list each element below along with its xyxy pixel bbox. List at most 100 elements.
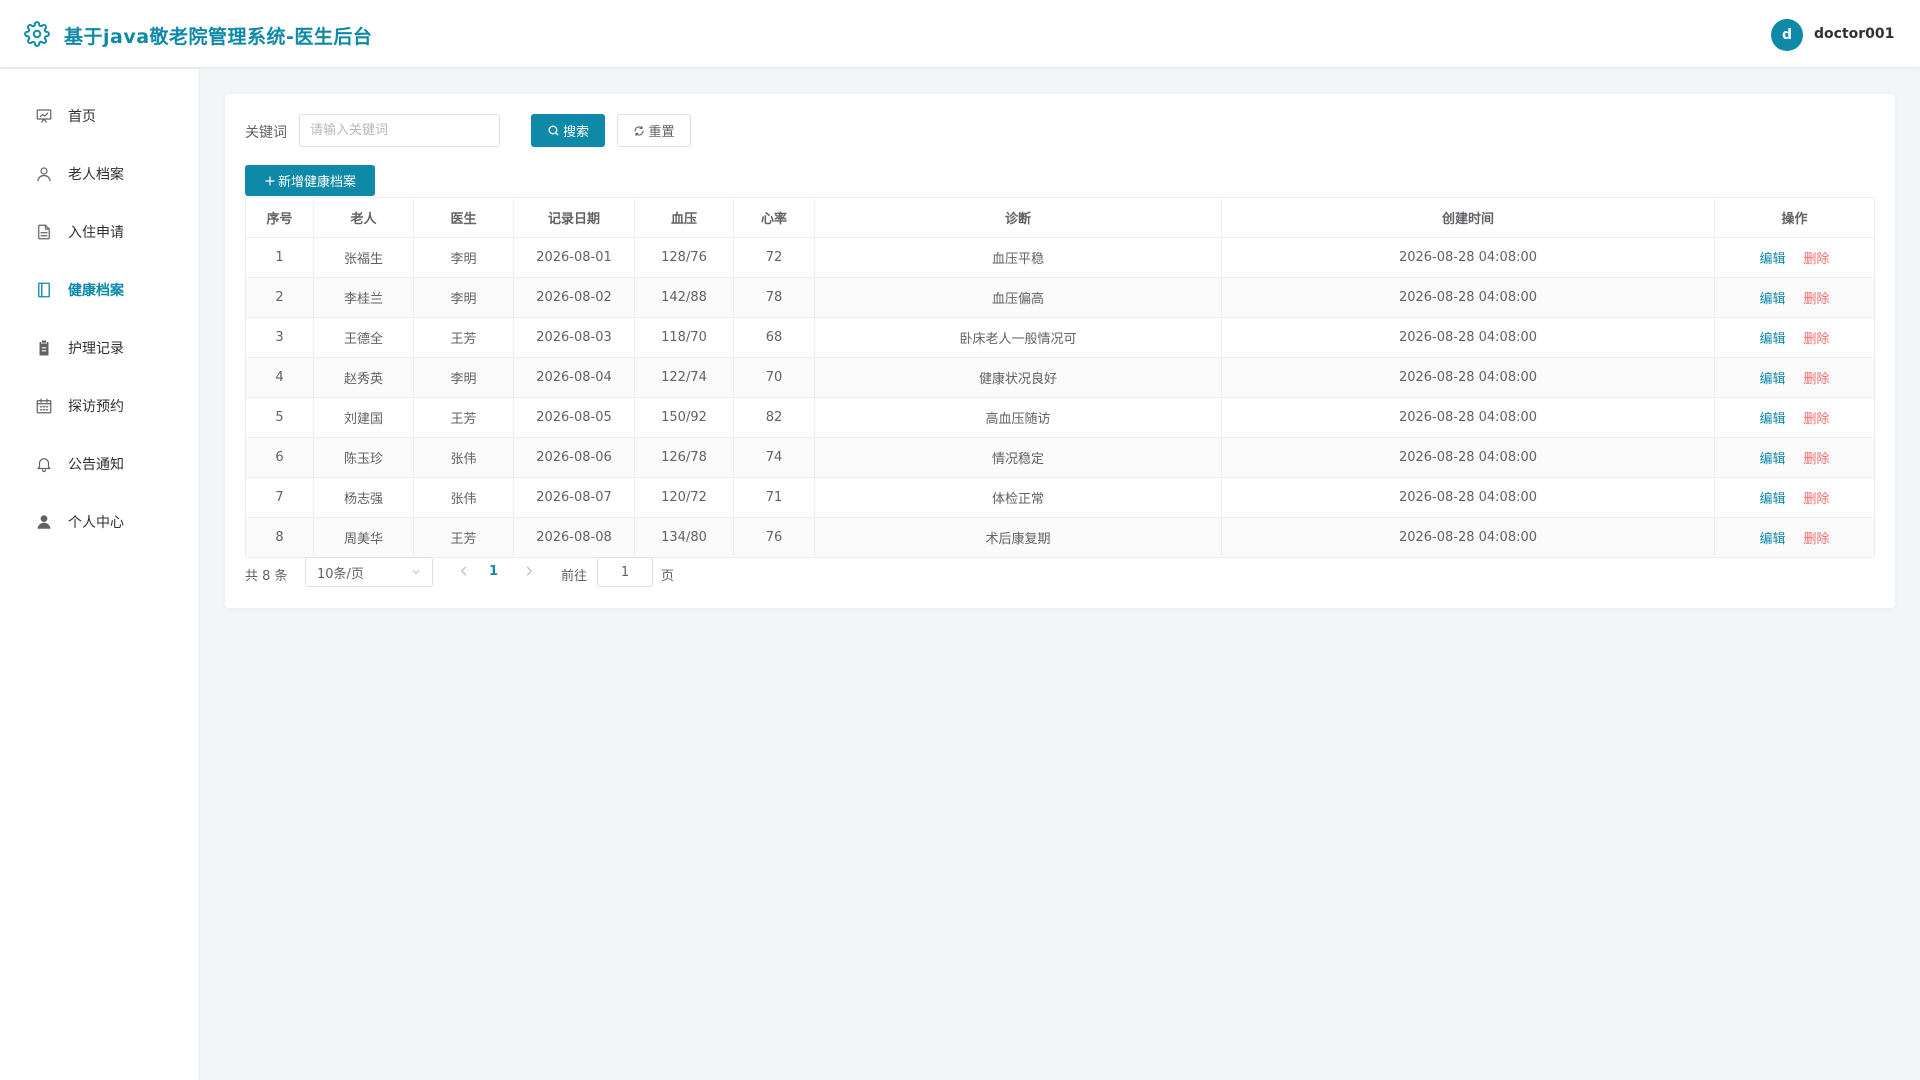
cell-doctor: 李明 <box>413 237 514 278</box>
top-header: 基于java敬老院管理系统-医生后台 d doctor001 <box>0 0 1920 68</box>
gear-icon <box>24 21 50 47</box>
edit-link[interactable]: 编辑 <box>1759 412 1785 427</box>
table-row: 7 杨志强 张伟 2026-08-07 120/72 71 体检正常 2026-08-28 0… <box>245 477 1875 518</box>
cell-created-time: 2026-08-28 04:08:00 <box>1221 517 1715 558</box>
delete-link[interactable]: 删除 <box>1804 412 1830 427</box>
pagination-total: 共 8 条 <box>245 569 288 584</box>
delete-link[interactable]: 删除 <box>1804 492 1830 507</box>
cell-diagnosis: 卧床老人一般情况可 <box>814 317 1222 358</box>
sidebar-item-announcements[interactable]: 公告通知 <box>0 435 199 493</box>
page-number-current[interactable]: 1 <box>489 564 498 579</box>
keyword-input[interactable] <box>299 114 500 147</box>
table-body: 1 张福生 李明 2026-08-01 128/76 72 血压平稳 2026-08-28 0… <box>245 237 1875 558</box>
prev-page-icon[interactable] <box>455 561 473 581</box>
page-unit-label: 页 <box>661 569 675 584</box>
cell-index: 2 <box>245 277 314 318</box>
column-header: 血压 <box>634 197 734 238</box>
table-row: 6 陈玉珍 张伟 2026-08-06 126/78 74 情况稳定 2026-08-28 0… <box>245 437 1875 478</box>
delete-link[interactable]: 删除 <box>1804 452 1830 467</box>
edit-link[interactable]: 编辑 <box>1759 532 1785 547</box>
cell-index: 7 <box>245 477 314 518</box>
cell-actions: 编辑 删除 <box>1714 477 1875 518</box>
next-page-icon[interactable] <box>520 561 538 581</box>
sidebar-item-home[interactable]: 首页 <box>0 87 199 145</box>
column-header: 创建时间 <box>1221 197 1715 238</box>
chevron-down-icon <box>412 569 420 575</box>
calendar-icon <box>36 398 52 414</box>
sidebar-item-visit-booking[interactable]: 探访预约 <box>0 377 199 435</box>
column-header: 心率 <box>733 197 815 238</box>
cell-index: 5 <box>245 397 314 438</box>
edit-link[interactable]: 编辑 <box>1759 252 1785 267</box>
cell-elder: 周美华 <box>313 517 414 558</box>
cell-elder: 刘建国 <box>313 397 414 438</box>
sidebar-item-elder-records[interactable]: 老人档案 <box>0 145 199 203</box>
delete-link[interactable]: 删除 <box>1804 252 1830 267</box>
cell-elder: 杨志强 <box>313 477 414 518</box>
search-button-label: 搜索 <box>562 125 589 140</box>
sidebar-item-label: 护理记录 <box>68 341 124 357</box>
sidebar-item-label: 老人档案 <box>68 167 124 183</box>
delete-link[interactable]: 删除 <box>1804 332 1830 347</box>
cell-elder: 李桂兰 <box>313 277 414 318</box>
page-size-select[interactable]: 10条/页 <box>305 557 433 587</box>
delete-link[interactable]: 删除 <box>1804 372 1830 387</box>
cell-doctor: 张伟 <box>413 477 514 518</box>
edit-link[interactable]: 编辑 <box>1759 332 1785 347</box>
cell-blood-pressure: 128/76 <box>634 237 734 278</box>
cell-doctor: 李明 <box>413 277 514 318</box>
sidebar-item-profile[interactable]: 个人中心 <box>0 493 199 551</box>
user-name[interactable]: doctor001 <box>1814 26 1894 42</box>
reset-button[interactable]: 重置 <box>617 114 691 147</box>
delete-link[interactable]: 删除 <box>1804 532 1830 547</box>
sidebar-item-label: 个人中心 <box>68 515 124 531</box>
cell-created-time: 2026-08-28 04:08:00 <box>1221 317 1715 358</box>
search-button[interactable]: 搜索 <box>531 114 605 147</box>
page-size-value: 10条/页 <box>317 566 364 582</box>
edit-link[interactable]: 编辑 <box>1759 372 1785 387</box>
sidebar-item-admission-applications[interactable]: 入住申请 <box>0 203 199 261</box>
cell-doctor: 王芳 <box>413 517 514 558</box>
cell-blood-pressure: 122/74 <box>634 357 734 398</box>
cell-diagnosis: 高血压随访 <box>814 397 1222 438</box>
cell-created-time: 2026-08-28 04:08:00 <box>1221 357 1715 398</box>
column-header: 老人 <box>313 197 414 238</box>
cell-heart-rate: 82 <box>733 397 815 438</box>
column-header: 医生 <box>413 197 514 238</box>
sidebar: 首页 老人档案 入住申请 健康档案 护理记录 探访预约 公告通知 个人中心 <box>0 69 200 1080</box>
cell-elder: 陈玉珍 <box>313 437 414 478</box>
edit-link[interactable]: 编辑 <box>1759 452 1785 467</box>
health-records-panel: 关键词 搜索 重置 新增健康档案 序号 老人 医生 记录日期 血压 心率 诊断 … <box>225 94 1895 608</box>
plus-icon <box>265 175 275 186</box>
edit-link[interactable]: 编辑 <box>1759 292 1785 307</box>
cell-heart-rate: 74 <box>733 437 815 478</box>
cell-actions: 编辑 删除 <box>1714 277 1875 318</box>
cell-blood-pressure: 150/92 <box>634 397 734 438</box>
table-row: 4 赵秀英 李明 2026-08-04 122/74 70 健康状况良好 2026-08-28… <box>245 357 1875 398</box>
cell-diagnosis: 体检正常 <box>814 477 1222 518</box>
cell-doctor: 李明 <box>413 357 514 398</box>
column-header: 序号 <box>245 197 314 238</box>
delete-link[interactable]: 删除 <box>1804 292 1830 307</box>
goto-page-input[interactable] <box>597 557 653 587</box>
cell-blood-pressure: 120/72 <box>634 477 734 518</box>
keyword-label: 关键词 <box>245 125 287 141</box>
cell-record-date: 2026-08-08 <box>513 517 635 558</box>
cell-blood-pressure: 126/78 <box>634 437 734 478</box>
sidebar-item-health-records[interactable]: 健康档案 <box>0 261 199 319</box>
cell-index: 1 <box>245 237 314 278</box>
add-health-record-button[interactable]: 新增健康档案 <box>245 165 375 196</box>
edit-link[interactable]: 编辑 <box>1759 492 1785 507</box>
cell-record-date: 2026-08-02 <box>513 277 635 318</box>
cell-elder: 王德全 <box>313 317 414 358</box>
cell-record-date: 2026-08-06 <box>513 437 635 478</box>
table-row: 2 李桂兰 李明 2026-08-02 142/88 78 血压偏高 2026-08-28 0… <box>245 277 1875 318</box>
cell-index: 3 <box>245 317 314 358</box>
table-header-row: 序号 老人 医生 记录日期 血压 心率 诊断 创建时间 操作 <box>245 197 1875 238</box>
refresh-icon <box>634 125 645 136</box>
user-filled-icon <box>37 515 51 529</box>
user-avatar[interactable]: d <box>1771 19 1803 51</box>
sidebar-item-care-records[interactable]: 护理记录 <box>0 319 199 377</box>
presentation-chart-icon <box>36 109 52 123</box>
cell-blood-pressure: 142/88 <box>634 277 734 318</box>
